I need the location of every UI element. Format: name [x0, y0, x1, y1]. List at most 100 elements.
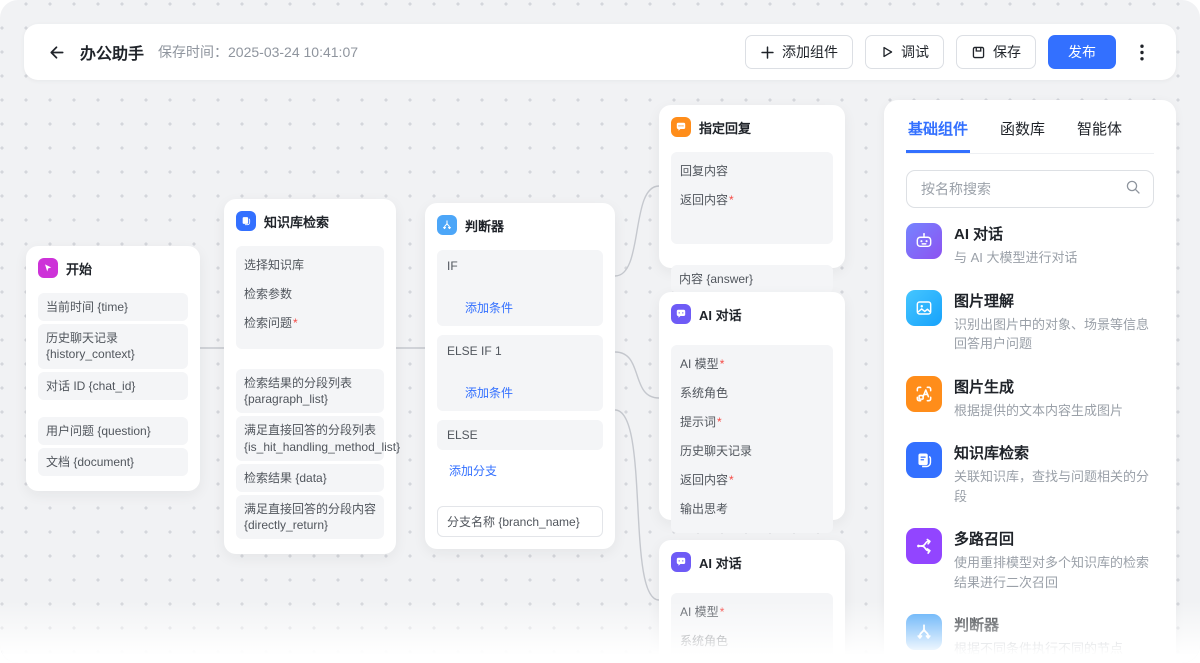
- input-group: 回复内容 返回内容*: [671, 152, 833, 244]
- add-branch-link[interactable]: 添加分支: [449, 462, 497, 479]
- component-name: 知识库检索: [954, 442, 1154, 463]
- component-item-multi-recall[interactable]: 多路召回 使用重排模型对多个知识库的检索结果进行二次召回: [906, 517, 1154, 603]
- input-group: AI 模型* 系统角色 提示词* 历史聊天记录 返回内容* 输出思考: [671, 345, 833, 533]
- search-input[interactable]: [919, 180, 1117, 198]
- knowledge-icon: [906, 442, 942, 478]
- field: 用户问题 {question}: [38, 417, 188, 445]
- image-understand-icon: [906, 290, 942, 326]
- workflow-editor: 办公助手 保存时间：2025-03-24 10:41:07 添加组件 调试 保存…: [0, 0, 1200, 663]
- image-generate-icon: [906, 376, 942, 412]
- field: 系统角色: [680, 632, 824, 649]
- play-icon: [880, 45, 894, 59]
- node-specified-reply[interactable]: 指定回复 回复内容 返回内容* 内容 {answer}: [659, 105, 845, 268]
- component-name: 图片生成: [954, 376, 1123, 397]
- add-condition-link[interactable]: 添加条件: [465, 384, 513, 401]
- component-item-image-generation[interactable]: 图片生成 根据提供的文本内容生成图片: [906, 365, 1154, 432]
- required-asterisk: *: [720, 357, 725, 371]
- node-title: 知识库检索: [264, 212, 329, 231]
- component-item-ai-chat[interactable]: AI 对话 与 AI 大模型进行对话: [906, 212, 1154, 279]
- field: AI 模型*: [680, 603, 824, 620]
- component-library-panel: 基础组件 函数库 智能体 AI 对话 与 AI 大模型进行对话 图片理: [884, 100, 1176, 663]
- node-ai-chat[interactable]: AI 对话 AI 模型* 系统角色 提示词*: [659, 540, 845, 663]
- field: 对话 ID {chat_id}: [38, 372, 188, 400]
- required-asterisk: *: [293, 316, 298, 330]
- judge-icon: [906, 614, 942, 650]
- else-label: ELSE: [447, 428, 593, 442]
- required-asterisk: *: [729, 473, 734, 487]
- node-knowledge-search[interactable]: 知识库检索 选择知识库 检索参数 检索问题* 检索结果的分段列表 {paragr…: [224, 199, 396, 554]
- knowledge-icon: [236, 211, 256, 231]
- input-group: AI 模型* 系统角色 提示词*: [671, 593, 833, 663]
- component-item-image-understanding[interactable]: 图片理解 识别出图片中的对象、场景等信息回答用户问题: [906, 279, 1154, 365]
- field: 返回内容*: [680, 191, 824, 208]
- ai-chat-icon: [671, 304, 691, 324]
- field: 当前时间 {time}: [38, 293, 188, 321]
- required-asterisk: *: [717, 415, 722, 429]
- tab-function-library[interactable]: 函数库: [998, 106, 1047, 153]
- branch-name-field: 分支名称 {branch_name}: [437, 506, 603, 537]
- more-menu-icon[interactable]: [1128, 35, 1156, 69]
- plus-icon: [760, 45, 775, 60]
- field: 历史聊天记录: [680, 442, 824, 459]
- start-icon: [38, 258, 58, 278]
- search-box[interactable]: [906, 170, 1154, 208]
- multi-recall-icon: [906, 528, 942, 564]
- ai-chat-icon: [671, 552, 691, 572]
- add-component-button[interactable]: 添加组件: [745, 35, 853, 69]
- reply-icon: [671, 117, 691, 137]
- field: 选择知识库: [244, 256, 376, 273]
- publish-button[interactable]: 发布: [1048, 35, 1116, 69]
- toolbar-actions: 添加组件 调试 保存 发布: [745, 35, 1156, 69]
- panel-tabs: 基础组件 函数库 智能体: [906, 106, 1154, 154]
- component-desc: 识别出图片中的对象、场景等信息回答用户问题: [954, 315, 1154, 354]
- page-title: 办公助手: [80, 40, 144, 64]
- field: 返回内容*: [680, 471, 824, 488]
- component-desc: 关联知识库，查找与问题相关的分段: [954, 467, 1154, 506]
- node-judge[interactable]: 判断器 IF 添加条件 ELSE IF 1 添加条件 ELSE 添加分支 分支名…: [425, 203, 615, 549]
- top-toolbar: 办公助手 保存时间：2025-03-24 10:41:07 添加组件 调试 保存…: [24, 24, 1176, 80]
- tab-agents[interactable]: 智能体: [1075, 106, 1124, 153]
- node-title: 判断器: [465, 216, 504, 235]
- field: AI 模型*: [680, 355, 824, 372]
- field: 文档 {document}: [38, 448, 188, 476]
- node-ai-chat[interactable]: AI 对话 AI 模型* 系统角色 提示词* 历史聊天记录 返回内容* 输出思考: [659, 292, 845, 520]
- if-branch: IF 添加条件: [437, 250, 603, 326]
- field: 历史聊天记录 {history_context}: [38, 324, 188, 368]
- field: 检索参数: [244, 285, 376, 302]
- node-title: AI 对话: [699, 553, 742, 572]
- output-field: 内容 {answer}: [671, 265, 833, 293]
- save-time-label: 保存时间：2025-03-24 10:41:07: [158, 42, 358, 62]
- debug-button[interactable]: 调试: [865, 35, 944, 69]
- output-field: 满足直接回答的分段列表 {is_hit_handling_method_list…: [236, 416, 384, 460]
- if-label: IF: [447, 259, 593, 273]
- add-condition-link[interactable]: 添加条件: [465, 299, 513, 316]
- component-desc: 使用重排模型对多个知识库的检索结果进行二次召回: [954, 553, 1154, 592]
- component-name: 判断器: [954, 614, 1123, 635]
- component-desc: 与 AI 大模型进行对话: [954, 248, 1078, 268]
- judge-icon: [437, 215, 457, 235]
- node-title: 开始: [66, 259, 92, 278]
- search-icon: [1125, 179, 1141, 200]
- component-name: 多路召回: [954, 528, 1154, 549]
- field: 提示词*: [680, 413, 824, 430]
- node-title: AI 对话: [699, 305, 742, 324]
- component-item-judge[interactable]: 判断器 根据不同条件执行不同的节点: [906, 603, 1154, 663]
- else-branch: ELSE: [437, 420, 603, 450]
- node-start[interactable]: 开始 当前时间 {time} 历史聊天记录 {history_context} …: [26, 246, 200, 491]
- save-button[interactable]: 保存: [956, 35, 1036, 69]
- component-item-knowledge-search[interactable]: 知识库检索 关联知识库，查找与问题相关的分段: [906, 431, 1154, 517]
- ai-chat-icon: [906, 223, 942, 259]
- elseif-label: ELSE IF 1: [447, 344, 593, 358]
- field: 输出思考: [680, 500, 824, 517]
- required-asterisk: *: [720, 605, 725, 619]
- save-icon: [971, 45, 986, 60]
- output-field: 检索结果 {data}: [236, 464, 384, 492]
- node-title: 指定回复: [699, 118, 751, 137]
- field: 回复内容: [680, 162, 824, 179]
- elseif-branch: ELSE IF 1 添加条件: [437, 335, 603, 411]
- output-field: 满足直接回答的分段内容 {directly_return}: [236, 495, 384, 539]
- back-icon[interactable]: [44, 40, 68, 64]
- component-name: AI 对话: [954, 223, 1078, 244]
- input-group: 选择知识库 检索参数 检索问题*: [236, 246, 384, 349]
- tab-basic-components[interactable]: 基础组件: [906, 106, 970, 153]
